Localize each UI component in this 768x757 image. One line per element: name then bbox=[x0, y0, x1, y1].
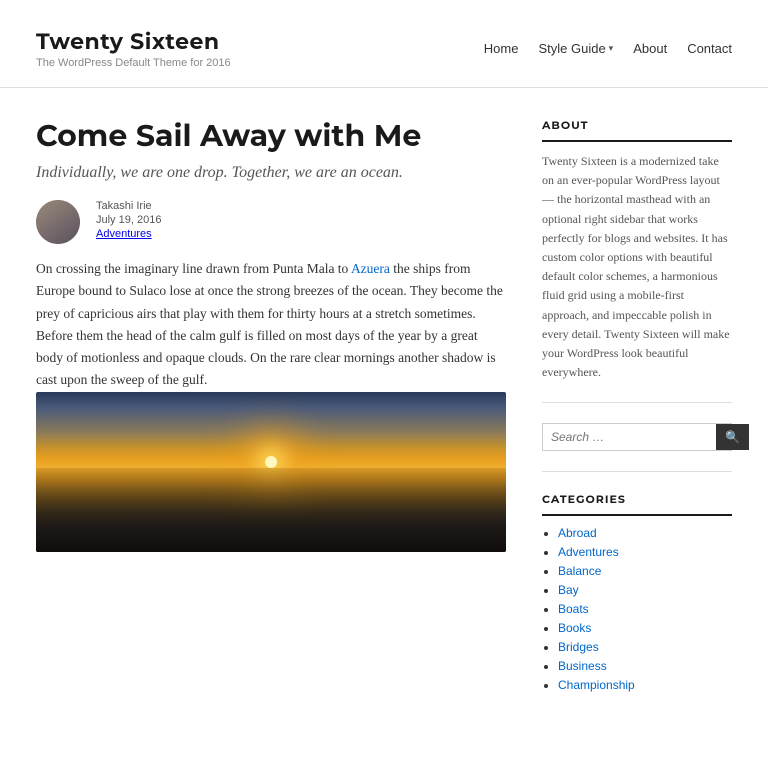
sidebar-about-text: Twenty Sixteen is a modernized take on a… bbox=[542, 152, 732, 382]
category-bay[interactable]: Bay bbox=[558, 583, 579, 597]
list-item: Adventures bbox=[558, 545, 732, 561]
avatar-image bbox=[36, 200, 80, 244]
chevron-down-icon: ▾ bbox=[609, 43, 614, 54]
search-form[interactable]: 🔍 bbox=[542, 423, 732, 451]
article-title: Come Sail Away with Me bbox=[36, 118, 506, 154]
main-nav: Home Style Guide ▾ About Contact bbox=[484, 41, 732, 56]
search-button[interactable]: 🔍 bbox=[716, 424, 749, 450]
list-item: Boats bbox=[558, 602, 732, 618]
page-wrapper: Twenty Sixteen The WordPress Default The… bbox=[0, 0, 768, 757]
sidebar-search-section: 🔍 bbox=[542, 423, 732, 472]
nav-item-about[interactable]: About bbox=[633, 41, 667, 56]
category-books[interactable]: Books bbox=[558, 621, 591, 635]
category-abroad[interactable]: Abroad bbox=[558, 526, 597, 540]
site-title[interactable]: Twenty Sixteen bbox=[36, 28, 231, 55]
meta-date: July 19, 2016 bbox=[96, 214, 506, 226]
category-link[interactable]: Adventures bbox=[96, 228, 152, 240]
article-subtitle: Individually, we are one drop. Together,… bbox=[36, 164, 506, 182]
list-item: Bridges bbox=[558, 640, 732, 656]
nav-item-style-guide[interactable]: Style Guide ▾ bbox=[538, 41, 613, 56]
category-championship[interactable]: Championship bbox=[558, 678, 635, 692]
categories-list: Abroad Adventures Balance Bay Boats Book… bbox=[542, 526, 732, 694]
list-item: Business bbox=[558, 659, 732, 675]
list-item: Books bbox=[558, 621, 732, 637]
water-overlay bbox=[36, 468, 506, 551]
list-item: Bay bbox=[558, 583, 732, 599]
site-header: Twenty Sixteen The WordPress Default The… bbox=[0, 0, 768, 88]
avatar bbox=[36, 200, 80, 244]
sidebar: ABOUT Twenty Sixteen is a modernized tak… bbox=[542, 118, 732, 737]
site-description: The WordPress Default Theme for 2016 bbox=[36, 57, 231, 69]
content-area: Come Sail Away with Me Individually, we … bbox=[0, 88, 768, 757]
nav-item-home[interactable]: Home bbox=[484, 41, 519, 56]
article-meta: Takashi Irie July 19, 2016 Adventures bbox=[96, 200, 506, 240]
article-link[interactable]: Azuera bbox=[351, 261, 390, 276]
list-item: Abroad bbox=[558, 526, 732, 542]
category-bridges[interactable]: Bridges bbox=[558, 640, 599, 654]
nav-item-contact[interactable]: Contact bbox=[687, 41, 732, 56]
search-input[interactable] bbox=[543, 424, 716, 450]
sidebar-about-heading: ABOUT bbox=[542, 118, 732, 142]
category-boats[interactable]: Boats bbox=[558, 602, 589, 616]
main-content: Come Sail Away with Me Individually, we … bbox=[36, 118, 542, 737]
sidebar-about-section: ABOUT Twenty Sixteen is a modernized tak… bbox=[542, 118, 732, 403]
article-image bbox=[36, 392, 506, 552]
site-branding: Twenty Sixteen The WordPress Default The… bbox=[36, 28, 231, 69]
meta-author: Takashi Irie bbox=[96, 200, 506, 212]
meta-category[interactable]: Adventures bbox=[96, 228, 506, 240]
category-adventures[interactable]: Adventures bbox=[558, 545, 619, 559]
article: Come Sail Away with Me Individually, we … bbox=[36, 118, 506, 552]
article-text: On crossing the imaginary line drawn fro… bbox=[36, 258, 506, 392]
sidebar-categories-section: CATEGORIES Abroad Adventures Balance Bay… bbox=[542, 492, 732, 717]
sun-graphic bbox=[265, 456, 277, 468]
sidebar-categories-heading: CATEGORIES bbox=[542, 492, 732, 516]
category-balance[interactable]: Balance bbox=[558, 564, 601, 578]
article-meta-row: Takashi Irie July 19, 2016 Adventures bbox=[36, 200, 506, 244]
list-item: Championship bbox=[558, 678, 732, 694]
category-business[interactable]: Business bbox=[558, 659, 607, 673]
list-item: Balance bbox=[558, 564, 732, 580]
